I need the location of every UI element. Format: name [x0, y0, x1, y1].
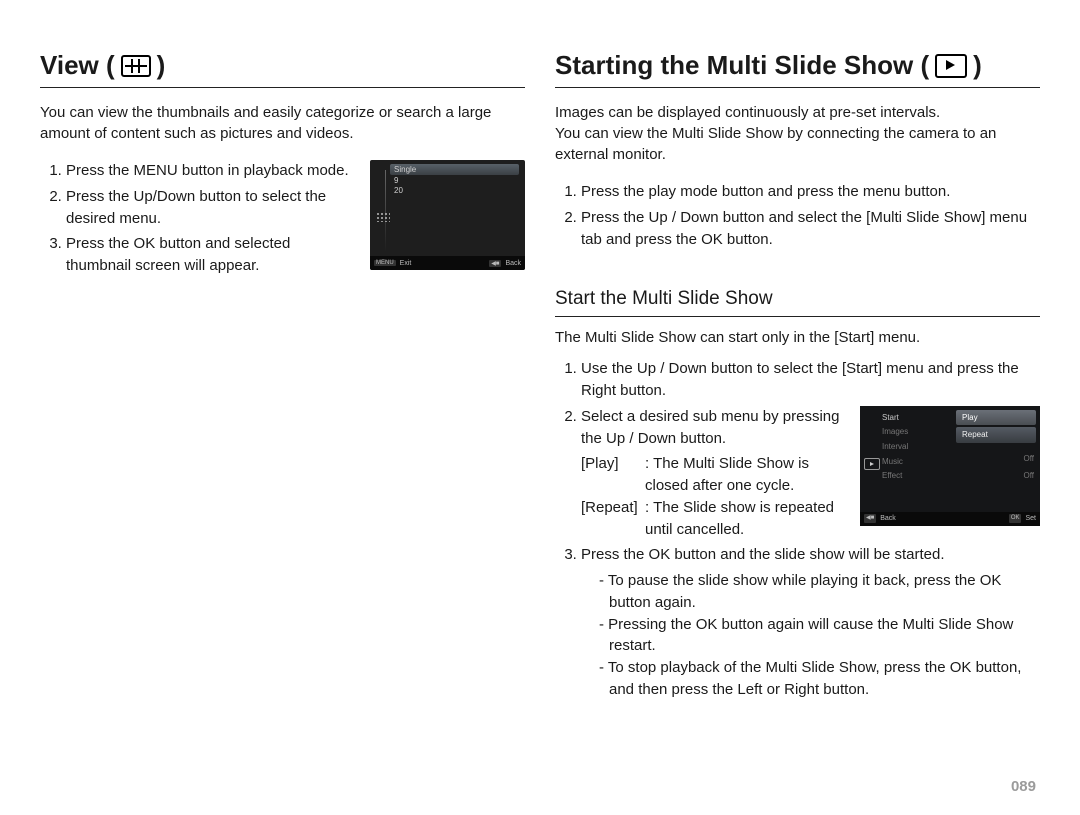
option-play: Play: [956, 410, 1036, 426]
set-label: Set: [1025, 514, 1036, 524]
slideshow-title-suffix: ): [973, 50, 982, 81]
menu-music: Music: [882, 456, 946, 468]
note-stop: - To stop playback of the Multi Slide Sh…: [599, 657, 1040, 701]
view-step-2: Press the Up/Down button to select the d…: [66, 186, 358, 230]
slideshow-right-options: Play Repeat Off Off: [952, 406, 1040, 512]
start-steps: Use the Up / Down button to select the […: [555, 358, 1040, 566]
view-step-1: Press the MENU button in playback mode.: [66, 160, 358, 182]
slideshow-screenshot: Start Images Interval Music Effect Play …: [860, 406, 1040, 526]
grid-icon-small: [376, 212, 390, 222]
play-icon: [935, 54, 967, 78]
back-label-2: Back: [880, 514, 896, 524]
start-step-2-text: Select a desired sub menu by pressing th…: [581, 408, 839, 447]
view-thumb-bottom-bar: MENU Exit ◀■ Back: [370, 256, 525, 270]
slideshow-step-1: Press the play mode button and press the…: [581, 181, 1040, 203]
view-screenshot: Single 9 20 MENU Exit ◀■ Back: [370, 160, 525, 270]
slideshow-top-steps: Press the play mode button and press the…: [555, 181, 1040, 250]
menu-tree-line: [385, 170, 386, 252]
option-repeat: Repeat: [956, 427, 1036, 443]
slideshow-intro2: You can view the Multi Slide Show by con…: [555, 123, 1040, 165]
view-title-prefix: View (: [40, 50, 115, 81]
slideshow-step-2: Press the Up / Down button and select th…: [581, 207, 1040, 251]
slideshow-intro1: Images can be displayed continuously at …: [555, 102, 1040, 123]
menu-item-single: Single: [390, 164, 519, 175]
slideshow-title-prefix: Starting the Multi Slide Show (: [555, 50, 929, 81]
play-term: [Play]: [581, 453, 639, 497]
note-pause: - To pause the slide show while playing …: [599, 570, 1040, 614]
view-heading: View ( ): [40, 50, 525, 88]
back-key: ◀■: [489, 260, 501, 267]
play-def: : The Multi Slide Show is closed after o…: [645, 453, 850, 497]
right-column: Starting the Multi Slide Show ( ) Images…: [555, 50, 1040, 785]
view-steps-wrap: Press the MENU button in playback mode. …: [40, 160, 525, 281]
slideshow-left-menu: Start Images Interval Music Effect: [860, 406, 950, 512]
slideshow-thumb-bottom-bar: ◀■ Back OK Set: [860, 512, 1040, 526]
left-column: View ( ) You can view the thumbnails and…: [40, 50, 525, 785]
start-sub-intro: The Multi Slide Show can start only in t…: [555, 327, 1040, 348]
menu-item-20: 20: [394, 186, 519, 195]
start-step-3: Press the OK button and the slide show w…: [581, 544, 1040, 566]
note-restart: - Pressing the OK button again will caus…: [599, 614, 1040, 658]
menu-images: Images: [882, 426, 946, 438]
start-step-2: Select a desired sub menu by pressing th…: [581, 406, 1040, 541]
view-intro: You can view the thumbnails and easily c…: [40, 102, 525, 144]
view-title-suffix: ): [157, 50, 166, 81]
menu-effect: Effect: [882, 470, 946, 482]
repeat-def: : The Slide show is repeated until cance…: [645, 497, 850, 541]
ok-key: OK: [1009, 514, 1022, 523]
menu-start: Start: [882, 412, 946, 424]
view-menu-list: Single 9 20: [370, 160, 525, 195]
val-music: Off: [956, 453, 1036, 465]
grid-icon: [121, 55, 151, 77]
view-step-3: Press the OK button and selected thumbna…: [66, 233, 358, 277]
manual-page: View ( ) You can view the thumbnails and…: [0, 0, 1080, 815]
page-number: 089: [1011, 778, 1036, 795]
back-key-2: ◀■: [864, 514, 876, 523]
slideshow-heading: Starting the Multi Slide Show ( ): [555, 50, 1040, 88]
menu-key: MENU: [374, 260, 396, 266]
back-label: Back: [505, 260, 521, 267]
view-steps: Press the MENU button in playback mode. …: [40, 160, 358, 281]
repeat-term: [Repeat]: [581, 497, 639, 541]
val-effect: Off: [956, 470, 1036, 482]
start-step-1: Use the Up / Down button to select the […: [581, 358, 1040, 402]
start-slideshow-subtitle: Start the Multi Slide Show: [555, 288, 1040, 317]
exit-label: Exit: [400, 260, 412, 267]
menu-item-9: 9: [394, 176, 519, 185]
menu-interval: Interval: [882, 441, 946, 453]
